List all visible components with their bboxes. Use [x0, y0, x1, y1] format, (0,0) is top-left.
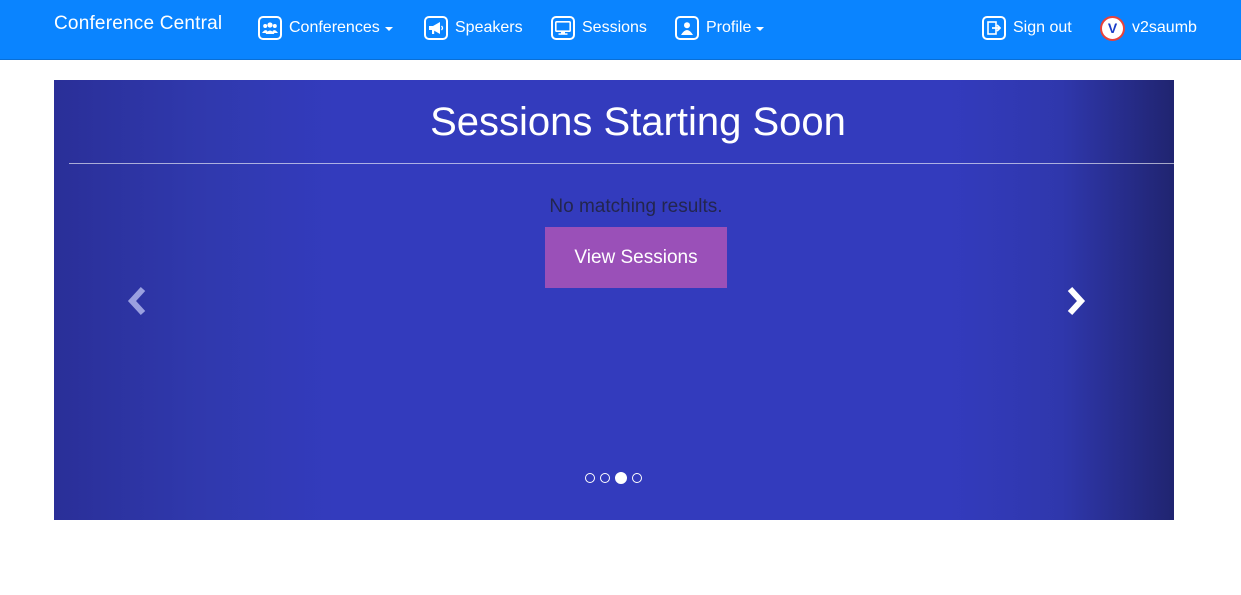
carousel-prev-button[interactable] [122, 283, 152, 319]
carousel-title: Sessions Starting Soon [430, 100, 846, 144]
avatar-initial: V [1107, 20, 1118, 36]
carousel-indicator-2[interactable] [600, 473, 610, 483]
carousel-next-button[interactable] [1061, 283, 1091, 319]
username-label: v2saumb [1132, 19, 1197, 36]
carousel-indicator-4[interactable] [632, 473, 642, 483]
nav-conferences[interactable]: Conferences [258, 15, 393, 41]
chevron-left-icon [127, 286, 146, 316]
brand-link[interactable]: Conference Central [54, 13, 222, 35]
nav-conferences-label: Conferences [289, 19, 380, 36]
view-sessions-button[interactable]: View Sessions [545, 227, 727, 288]
top-navbar: Conference Central Conferences Speakers … [0, 0, 1241, 60]
user-menu[interactable]: V v2saumb [1100, 15, 1197, 41]
avatar: V [1100, 15, 1125, 41]
user-icon [675, 16, 699, 40]
chevron-right-icon [1067, 286, 1086, 316]
nav-sessions[interactable]: Sessions [551, 15, 647, 41]
no-results-message: No matching results. [549, 196, 723, 217]
chevron-down-icon [384, 27, 393, 31]
sign-out-icon [982, 16, 1006, 40]
sign-out-label: Sign out [1013, 19, 1072, 36]
users-icon [258, 16, 282, 40]
chevron-down-icon [756, 27, 765, 31]
sessions-carousel: Sessions Starting Soon No matching resul… [54, 80, 1174, 520]
nav-profile-label: Profile [706, 19, 752, 36]
megaphone-icon [424, 16, 448, 40]
carousel-indicator-1[interactable] [585, 473, 595, 483]
carousel-indicators [585, 472, 642, 484]
nav-profile[interactable]: Profile [675, 15, 765, 41]
monitor-icon [551, 16, 575, 40]
carousel-indicator-3[interactable] [615, 472, 627, 484]
nav-sessions-label: Sessions [582, 19, 647, 36]
nav-speakers-label: Speakers [455, 19, 523, 36]
nav-speakers[interactable]: Speakers [424, 15, 523, 41]
title-divider [69, 163, 1174, 164]
sign-out-link[interactable]: Sign out [982, 15, 1072, 41]
